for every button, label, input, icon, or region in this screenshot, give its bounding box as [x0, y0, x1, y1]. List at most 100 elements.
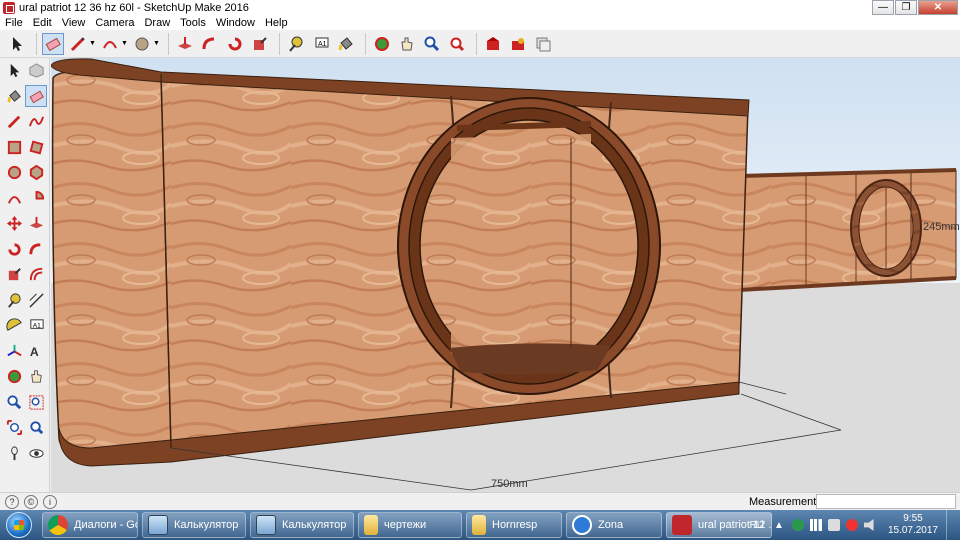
push-pull-icon[interactable] [25, 213, 47, 235]
share-model-icon[interactable] [532, 33, 554, 55]
taskbar-item-folder[interactable]: Hornresp [466, 512, 562, 538]
tool-row [0, 58, 49, 84]
rotate-icon[interactable] [3, 238, 25, 260]
geolocation-icon[interactable]: ? [5, 494, 19, 509]
polygon-icon[interactable] [25, 162, 47, 184]
extension-warehouse-icon[interactable] [507, 33, 529, 55]
taskbar-item-zona[interactable]: Zona [566, 512, 662, 538]
clock-time: 9:55 [903, 513, 923, 524]
zoom-icon[interactable] [421, 33, 443, 55]
svg-text:A: A [29, 345, 38, 359]
tool-row [0, 186, 49, 212]
offset-icon[interactable] [25, 264, 47, 286]
zoom-extents-icon[interactable] [446, 33, 468, 55]
line-icon[interactable] [67, 33, 89, 55]
component-icon[interactable] [25, 60, 47, 82]
chevron-down-icon[interactable]: ▼ [153, 40, 160, 47]
zoom-window-icon[interactable] [25, 391, 47, 413]
tool-row [0, 211, 49, 237]
language-indicator[interactable]: RU [750, 520, 764, 531]
tray-app-icon[interactable] [791, 519, 804, 531]
3d-text-icon[interactable]: A [25, 340, 47, 362]
text-icon[interactable]: A1 [25, 315, 47, 337]
menu-camera[interactable]: Camera [90, 17, 139, 29]
menu-view[interactable]: View [57, 17, 91, 29]
protractor-icon[interactable] [3, 315, 25, 337]
signal-icon[interactable] [809, 519, 822, 531]
circle-icon[interactable] [131, 33, 153, 55]
tape-measure-icon[interactable] [3, 289, 25, 311]
paint-bucket-icon[interactable] [3, 85, 25, 107]
instructor-icon[interactable]: i [43, 494, 57, 509]
follow-me-icon[interactable] [199, 33, 221, 55]
line-icon[interactable] [3, 111, 25, 133]
minimize-button[interactable]: — [872, 0, 894, 15]
select-icon[interactable] [6, 33, 28, 55]
network-icon[interactable] [827, 519, 840, 531]
tray-expand-icon[interactable]: ▲ [774, 520, 784, 531]
menu-tools[interactable]: Tools [175, 17, 211, 29]
dimension-label-width: 750mm [491, 478, 528, 490]
rotated-rectangle-icon[interactable] [25, 136, 47, 158]
freehand-icon[interactable] [25, 111, 47, 133]
zoom-extents-icon[interactable] [3, 417, 25, 439]
eraser-icon[interactable] [42, 32, 64, 55]
close-button[interactable]: ✕ [918, 0, 958, 15]
arc-icon[interactable] [3, 187, 25, 209]
rectangle-icon[interactable] [3, 136, 25, 158]
follow-me-icon[interactable] [25, 238, 47, 260]
tape-measure-icon[interactable] [285, 33, 307, 55]
pan-icon[interactable] [25, 366, 47, 388]
menu-help[interactable]: Help [260, 17, 293, 29]
taskbar-item-label: Hornresp [492, 519, 538, 531]
dimension-icon[interactable] [25, 289, 47, 311]
orbit-icon[interactable] [371, 33, 393, 55]
move-icon[interactable] [3, 213, 25, 235]
show-desktop-button[interactable] [946, 510, 960, 540]
pie-icon[interactable] [25, 187, 47, 209]
push-pull-icon[interactable] [174, 33, 196, 55]
taskbar-item-chrome[interactable]: Диалоги - Goo... [42, 512, 138, 538]
scale-icon[interactable] [249, 33, 271, 55]
axes-icon[interactable] [3, 340, 25, 362]
chevron-down-icon[interactable]: ▼ [121, 40, 128, 47]
select-icon[interactable] [3, 60, 25, 82]
start-button[interactable] [0, 510, 38, 540]
previous-view-icon[interactable] [25, 417, 47, 439]
zoom-icon[interactable] [3, 391, 25, 413]
tool-row: A1 [0, 313, 49, 339]
tool-row [0, 160, 49, 186]
taskbar-item-calculator[interactable]: Калькулятор [250, 512, 354, 538]
menu-file[interactable]: File [0, 17, 28, 29]
paint-bucket-icon[interactable] [335, 33, 357, 55]
walk-icon[interactable] [3, 442, 25, 464]
volume-icon[interactable] [863, 519, 874, 531]
arc-icon[interactable] [99, 33, 121, 55]
flag-icon[interactable] [845, 519, 858, 531]
model-viewport[interactable]: 750mm 245mm [51, 58, 960, 492]
text-icon[interactable]: A1 [310, 33, 332, 55]
chevron-down-icon[interactable]: ▼ [89, 40, 96, 47]
measurements-input[interactable] [816, 494, 956, 509]
taskbar-item-label: Калькулятор [282, 519, 347, 531]
restore-button[interactable]: ❐ [895, 0, 917, 15]
look-around-icon[interactable] [25, 442, 47, 464]
svg-text:A1: A1 [318, 41, 327, 48]
pan-icon[interactable] [396, 33, 418, 55]
menu-window[interactable]: Window [211, 17, 260, 29]
model-scene [51, 58, 960, 492]
credits-icon[interactable]: © [24, 494, 38, 509]
taskbar-item-calculator[interactable]: Калькулятор [142, 512, 246, 538]
circle-icon[interactable] [3, 162, 25, 184]
menu-draw[interactable]: Draw [139, 17, 175, 29]
eraser-icon[interactable] [25, 85, 47, 108]
scale-icon[interactable] [3, 264, 25, 286]
rotate-icon[interactable] [224, 33, 246, 55]
tool-row [0, 364, 49, 390]
orbit-icon[interactable] [3, 366, 25, 388]
warehouse-icon[interactable] [482, 33, 504, 55]
menu-edit[interactable]: Edit [28, 17, 57, 29]
taskbar: Диалоги - Goo... Калькулятор Калькулятор… [0, 510, 960, 540]
clock[interactable]: 9:55 15.07.2017 [888, 513, 938, 537]
taskbar-item-folder[interactable]: чертежи [358, 512, 462, 538]
